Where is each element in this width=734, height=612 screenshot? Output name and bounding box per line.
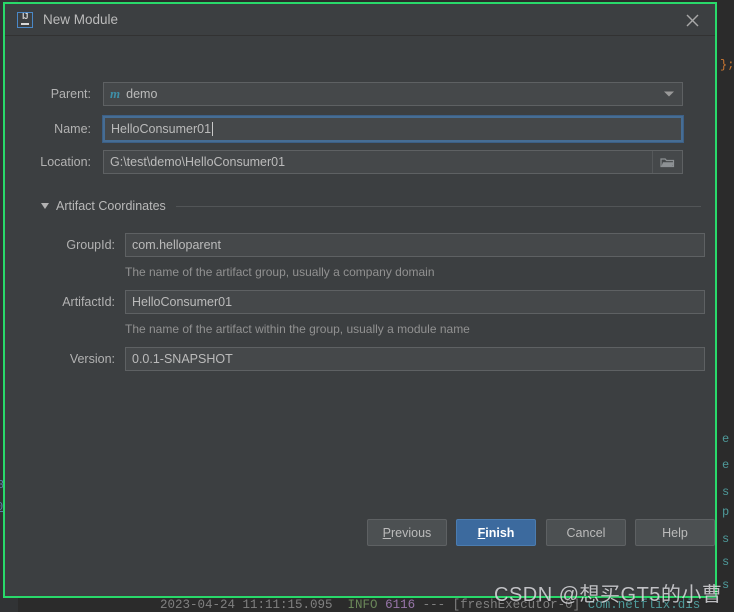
previous-button-rest: revious [391, 525, 432, 540]
artifactid-input[interactable]: HelloConsumer01 [125, 290, 705, 314]
code-fragment-right-7: s [722, 578, 730, 592]
name-value: HelloConsumer01 [111, 122, 212, 136]
maven-module-icon: m [110, 86, 121, 101]
close-icon[interactable] [677, 8, 707, 32]
console-level: INFO [347, 598, 378, 612]
name-label: Name: [54, 122, 91, 136]
location-input[interactable]: G:\test\demo\HelloConsumer01 [103, 150, 683, 174]
location-row: Location: G:\test\demo\HelloConsumer01 [5, 150, 715, 174]
parent-combobox[interactable]: m demo [103, 82, 683, 106]
intellij-idea-icon [17, 11, 33, 28]
groupid-input[interactable]: com.helloparent [125, 233, 705, 257]
dialog-titlebar: New Module [5, 4, 715, 36]
version-input[interactable]: 0.0.1-SNAPSHOT [125, 347, 705, 371]
parent-label: Parent: [50, 87, 91, 101]
code-fragment-top-right: }; [720, 58, 734, 72]
text-caret [212, 122, 214, 136]
finish-button[interactable]: Finish [456, 519, 536, 546]
code-fragment-right-5: s [722, 532, 730, 546]
dialog-title: New Module [43, 12, 119, 27]
dialog-footer: Previous Finish Cancel Help [5, 503, 715, 565]
artifactid-hint: The name of the artifact within the grou… [125, 322, 470, 336]
console-log-line: 2023-04-24 11:11:15.095 INFO 6116 --- [f… [160, 598, 700, 612]
location-label: Location: [40, 155, 91, 169]
groupid-hint: The name of the artifact group, usually … [125, 265, 435, 279]
version-value: 0.0.1-SNAPSHOT [132, 352, 233, 366]
code-fragment-right-6: s [722, 555, 730, 569]
code-fragment-right-2: e [722, 458, 730, 472]
dialog-body: Parent: m demo Name: HelloConsumer01 Loc… [5, 36, 715, 565]
console-dashes: --- [422, 598, 446, 612]
section-divider [175, 205, 701, 207]
screenshot-root: 38 00 }; e e s p s s s 2023-04-24 11:11:… [0, 0, 734, 612]
groupid-row: GroupId: com.helloparent [5, 233, 715, 257]
location-value: G:\test\demo\HelloConsumer01 [110, 155, 286, 169]
code-fragment-right-4: p [722, 505, 730, 519]
folder-icon[interactable] [652, 151, 682, 173]
parent-row: Parent: m demo [5, 82, 715, 106]
console-thread: [freshExecutor-0] [452, 598, 581, 612]
triangle-down-icon[interactable] [41, 203, 49, 209]
version-label: Version: [69, 352, 115, 366]
console-pid: 6116 [385, 598, 416, 612]
groupid-label: GroupId: [66, 238, 115, 252]
name-input[interactable]: HelloConsumer01 [103, 116, 683, 142]
code-fragment-right-3: s [722, 485, 730, 499]
name-row: Name: HelloConsumer01 [5, 116, 715, 142]
artifact-coordinates-header[interactable]: Artifact Coordinates [41, 197, 701, 215]
previous-button[interactable]: Previous [367, 519, 447, 546]
cancel-button[interactable]: Cancel [546, 519, 626, 546]
artifactid-value: HelloConsumer01 [132, 295, 233, 309]
new-module-dialog: New Module Parent: m demo Na [3, 2, 717, 598]
artifactid-label: ArtifactId: [62, 295, 115, 309]
console-logger: com.netflix.dis [587, 598, 701, 612]
parent-value: demo [126, 87, 158, 101]
artifact-coordinates-title: Artifact Coordinates [56, 199, 166, 213]
help-button[interactable]: Help [635, 519, 715, 546]
chevron-down-icon[interactable] [664, 91, 674, 97]
console-timestamp: 2023-04-24 11:11:15.095 [160, 598, 333, 612]
code-fragment-right-1: e [722, 432, 730, 446]
groupid-value: com.helloparent [132, 238, 221, 252]
artifactid-row: ArtifactId: HelloConsumer01 [5, 290, 715, 314]
version-row: Version: 0.0.1-SNAPSHOT [5, 347, 715, 371]
